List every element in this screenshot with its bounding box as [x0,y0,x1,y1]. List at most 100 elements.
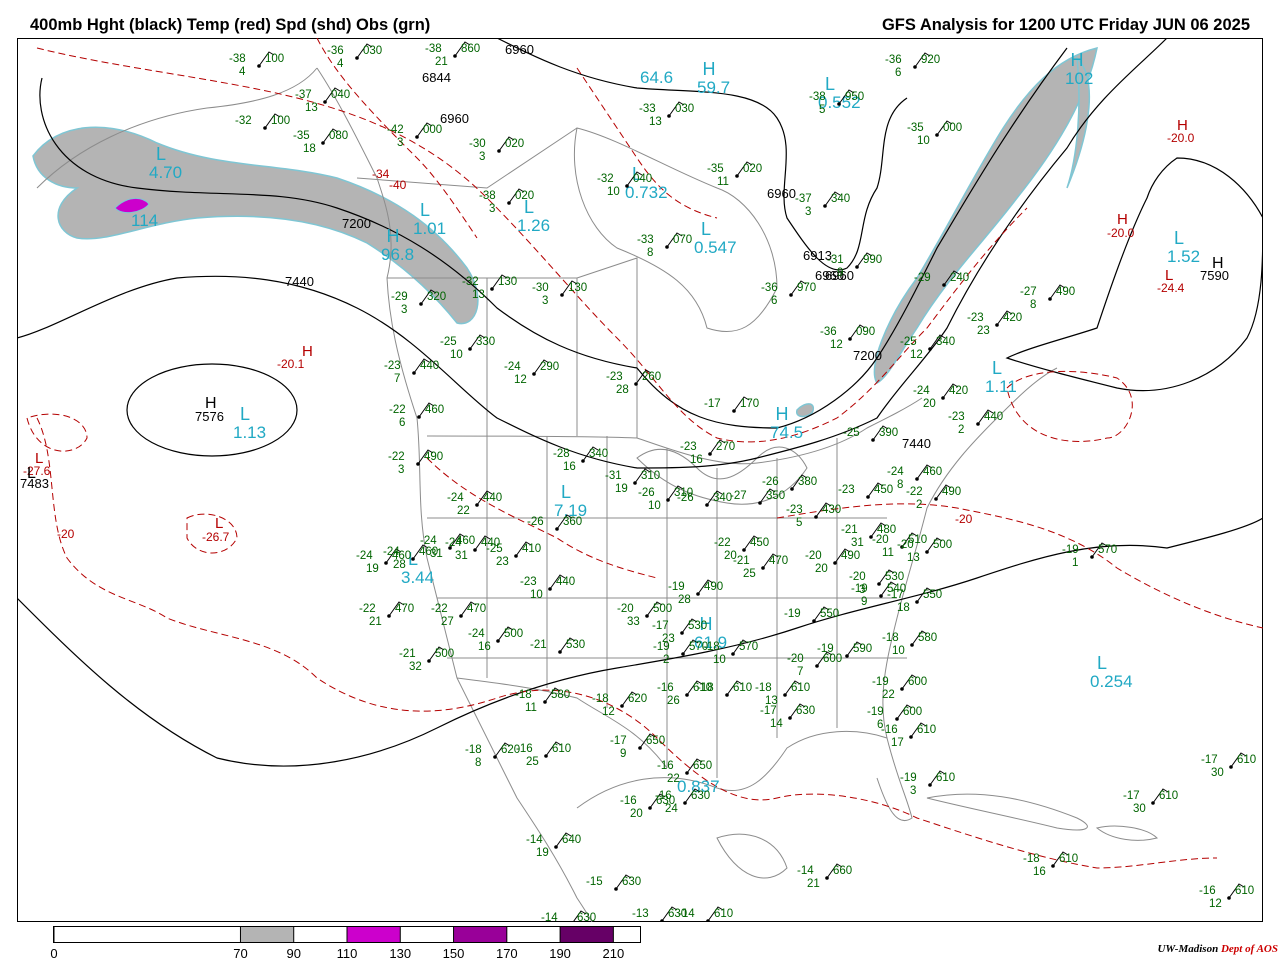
temperature-center-marker: H [1117,211,1128,228]
station-temperature: -23 [520,576,537,588]
station-dewpoint-depression: 19 [615,483,628,495]
speed-center-value: 0.547 [694,238,737,257]
station-dewpoint-depression: 16 [478,641,491,653]
station-temperature: -20 [787,653,804,665]
station-height: 570 [739,641,758,653]
station-dewpoint-depression: 25 [743,568,756,580]
station-temperature: -18 [465,744,482,756]
station-temperature: -24 [913,385,930,397]
station-temperature: -22 [906,486,923,498]
speed-center-value: 102 [1065,69,1093,88]
station-temperature: -26 [527,516,544,528]
station-height: 070 [673,234,692,246]
station-dewpoint-depression: 3 [398,464,404,476]
station-temperature: -33 [637,234,654,246]
station-dewpoint-depression: 12 [1209,898,1222,910]
station-height: 170 [740,398,759,410]
temperature-label: -20 [57,527,75,541]
station-height: 620 [628,693,647,705]
station-temperature: -19 [900,772,917,784]
station-temperature: -22 [714,537,731,549]
station-temperature: -20 [897,539,914,551]
station-height: 630 [691,790,710,802]
station-height: 500 [653,603,672,615]
station-dewpoint-depression: 33 [627,616,640,628]
station-dewpoint-depression: 8 [1030,299,1036,311]
station-temperature: -25 [900,336,917,348]
station-height: 450 [750,537,769,549]
station-temperature: -30 [469,138,486,150]
station-dewpoint-depression: 8 [897,479,903,491]
station-height: 290 [540,361,559,373]
station-temperature: -24 [887,466,904,478]
station-dewpoint-depression: 10 [450,349,463,361]
station-height: 500 [435,648,454,660]
station-temperature: -32 [597,173,614,185]
legend-band [240,927,294,942]
speed-center-marker: H [703,59,716,79]
chart-title: 400mb Hght (black) Temp (red) Spd (shd) … [30,16,431,34]
station-temperature: -38 [809,91,826,103]
station-temperature: -23 [967,312,984,324]
station-temperature: -13 [632,908,649,920]
speed-center-marker: H [776,404,789,424]
speed-center-marker: L [156,144,166,164]
station-dewpoint-depression: 20 [815,563,828,575]
station-height: 990 [863,254,882,266]
station-temperature: -24 [383,546,400,558]
weather-map[interactable]: 6960684469606960696072007440691369607200… [17,38,1263,922]
station-dewpoint-depression: 7 [394,373,400,385]
station-temperature: -19 [817,643,834,655]
station-height: 460 [923,466,942,478]
station-height: 100 [271,115,290,127]
speed-center-value: 64.6 [640,68,673,87]
station-dewpoint-depression: 30 [1211,767,1224,779]
station-height: 550 [820,608,839,620]
legend-tick-label: 210 [602,946,625,961]
station-height: 020 [505,138,524,150]
station-height: 580 [918,632,937,644]
station-dewpoint-depression: 10 [713,654,726,666]
station-height: 660 [833,865,852,877]
station-temperature: -35 [907,122,924,134]
station-height: 420 [949,385,968,397]
station-temperature: -17 [652,620,669,632]
height-label: 6960 [767,186,796,201]
station-dewpoint-depression: 10 [892,645,905,657]
station-height: 260 [642,371,661,383]
station-height: 490 [1056,286,1075,298]
station-temperature: -21 [841,524,858,536]
station-dewpoint-depression: 12 [830,339,843,351]
station-height: 100 [265,53,284,65]
station-height: 470 [769,555,788,567]
temperature-label: -20.1 [277,357,305,371]
station-temperature: -24 [420,535,437,547]
station-height: 550 [923,589,942,601]
station-temperature: -17 [610,735,627,747]
station-dewpoint-depression: 20 [923,398,936,410]
station-dewpoint-depression: 19 [366,563,379,575]
legend-tick-label: 150 [442,946,465,961]
station-temperature: -21 [733,555,750,567]
station-dewpoint-depression: 8 [647,247,653,259]
station-dewpoint-depression: 3 [401,304,407,316]
station-temperature: -37 [295,89,312,101]
station-height: 490 [704,581,723,593]
station-dewpoint-depression: 12 [514,374,527,386]
station-temperature: -14 [678,908,695,920]
station-temperature: -18 [515,689,532,701]
station-dewpoint-depression: 6 [771,295,777,307]
station-dewpoint-depression: 21 [435,56,448,68]
station-temperature: -20 [805,550,822,562]
station-temperature: -38 [425,43,442,55]
station-temperature: -24 [445,537,462,549]
station-dewpoint-depression: 11 [525,702,537,714]
station-temperature: -19 [867,706,884,718]
station-temperature: -16 [657,760,674,772]
station-dewpoint-depression: 27 [441,616,454,628]
station-height: 610 [917,724,936,736]
station-temperature: -27 [730,490,747,502]
station-height: 650 [646,735,665,747]
station-dewpoint-depression: 5 [819,104,825,116]
station-dewpoint-depression: 21 [369,616,382,628]
